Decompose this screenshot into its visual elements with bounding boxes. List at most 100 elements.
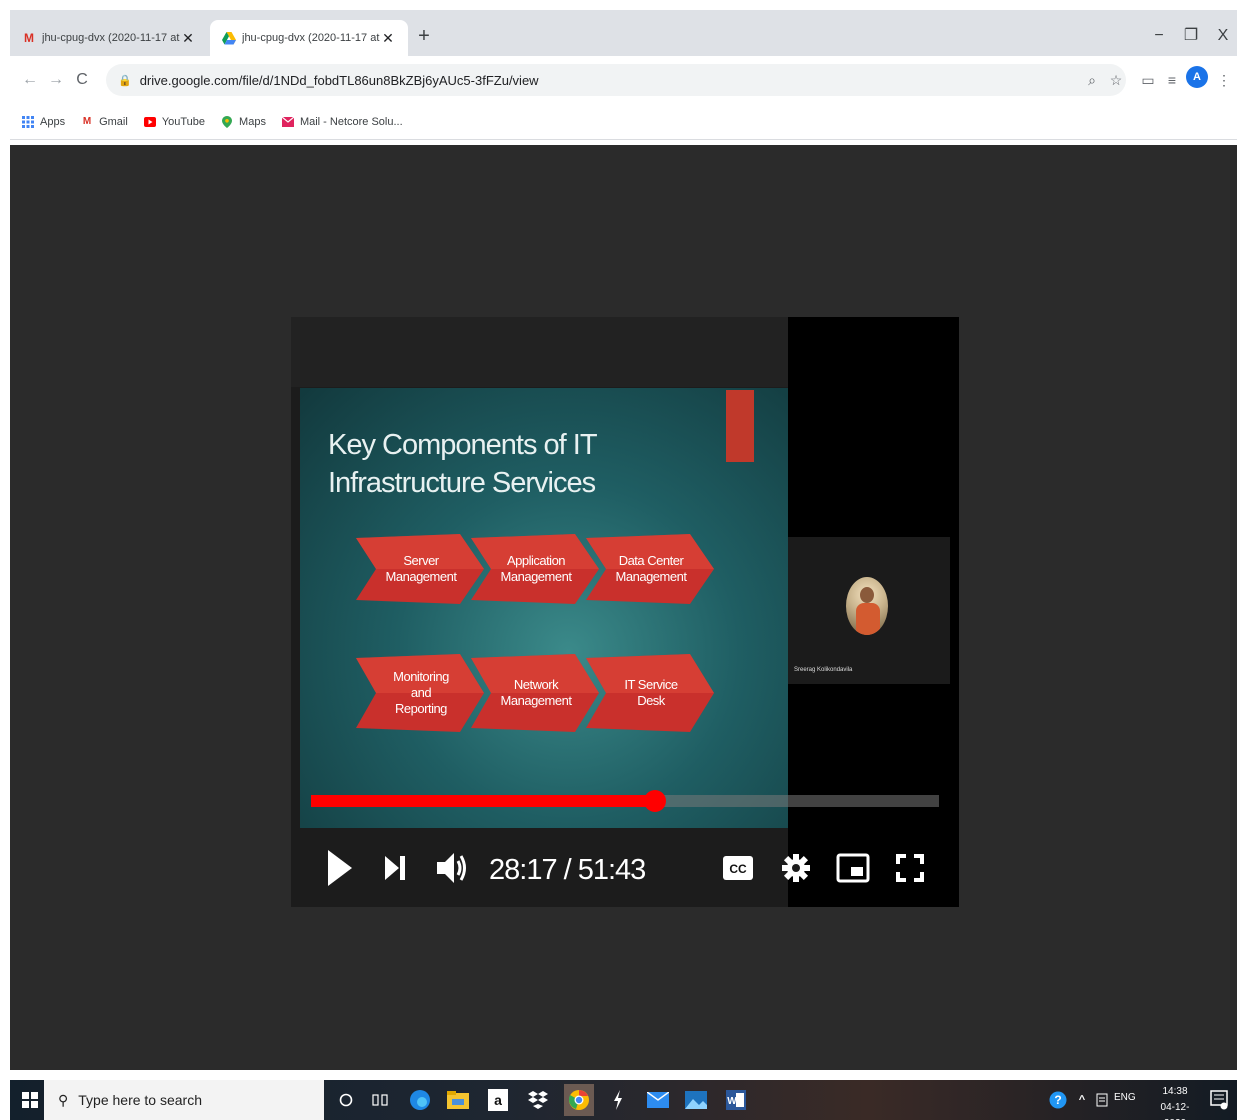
language-indicator[interactable]: ENG — [1114, 1092, 1136, 1103]
minimize-button[interactable]: − — [1145, 22, 1173, 50]
next-icon[interactable] — [383, 846, 407, 890]
captions-label: CC — [729, 862, 747, 876]
search-placeholder: Type here to search — [78, 1092, 203, 1108]
tab-strip: M jhu-cpug-dvx (2020-11-17 at 00: ✕ jhu-… — [10, 10, 1237, 56]
component-label: Server Management — [385, 553, 457, 584]
clock[interactable]: 14:38 04-12-2020 — [1150, 1084, 1200, 1120]
avatar[interactable]: A — [1186, 66, 1208, 88]
tab-title: jhu-cpug-dvx (2020-11-17 at 00: — [42, 32, 180, 44]
video-top-bar — [291, 317, 788, 387]
close-window-button[interactable]: X — [1209, 22, 1237, 50]
settings-gear-icon[interactable] — [781, 846, 811, 890]
component-label: Application Management — [500, 553, 572, 584]
keyboard-icon[interactable] — [1090, 1088, 1114, 1112]
participant-name: Sreerag Kolikondavila — [794, 667, 853, 673]
new-tab-button[interactable]: + — [412, 24, 436, 48]
svg-text:a: a — [494, 1092, 502, 1108]
component-chevron: Monitoring and Reporting — [356, 654, 484, 732]
player-controls: 28:17 / 51:43 CC — [291, 828, 959, 907]
captions-icon[interactable]: CC — [723, 846, 753, 890]
bookmark-label: Apps — [40, 115, 66, 128]
bookmark-netcore-mail[interactable]: Mail - Netcore Solu... — [281, 115, 403, 128]
component-label: Monitoring and Reporting — [393, 669, 449, 716]
svg-text:?: ? — [1054, 1093, 1061, 1107]
help-icon[interactable]: ? — [1046, 1088, 1070, 1112]
notifications-icon[interactable] — [1210, 1090, 1228, 1110]
play-icon[interactable] — [327, 846, 353, 890]
slide-accent-bar — [726, 390, 754, 462]
address-text: drive.google.com/file/d/1NDd_fobdTL86un8… — [139, 72, 539, 88]
gmail-icon: M — [24, 31, 34, 45]
bookmark-youtube[interactable]: YouTube — [143, 115, 206, 128]
participant-panel: Sreerag Kolikondavila — [788, 317, 959, 907]
component-chevron: Application Management — [471, 534, 599, 604]
photos-icon[interactable] — [684, 1088, 708, 1112]
tab-gmail[interactable]: M jhu-cpug-dvx (2020-11-17 at 00: ✕ — [10, 20, 208, 56]
taskbar-search-box[interactable]: ⚲ Type here to search — [44, 1080, 324, 1120]
word-icon[interactable]: W — [724, 1088, 748, 1112]
component-label: Network Management — [500, 677, 572, 708]
bookmark-gmail[interactable]: M Gmail — [81, 116, 128, 128]
back-arrow-icon[interactable]: ← — [18, 68, 42, 92]
progress-bar[interactable] — [311, 790, 939, 812]
windows-start-icon[interactable] — [18, 1088, 42, 1112]
presentation-slide: Key Components of IT Infrastructure Serv… — [300, 388, 788, 828]
file-explorer-icon[interactable] — [446, 1088, 470, 1112]
task-view-icon[interactable] — [368, 1088, 392, 1112]
component-label: Data Center Management — [615, 553, 687, 584]
component-chevron: Data Center Management — [586, 534, 714, 604]
tab-title: jhu-cpug-dvx (2020-11-17 at 00: — [242, 32, 380, 44]
mail-icon — [281, 116, 294, 128]
star-icon[interactable]: ☆ — [1104, 68, 1128, 92]
bookmark-label: YouTube — [161, 115, 206, 128]
participant-tile: Sreerag Kolikondavila — [788, 537, 950, 684]
apps-grid-icon — [22, 115, 34, 128]
gmail-icon: M — [82, 116, 92, 127]
tab-drive[interactable]: jhu-cpug-dvx (2020-11-17 at 00: ✕ — [210, 20, 408, 56]
bookmarks-bar: Apps M Gmail YouTube Maps Mail - Netcore… — [10, 104, 1237, 140]
search-icon: ⚲ — [58, 1091, 69, 1108]
slide-title: Key Components of IT Infrastructure Serv… — [328, 429, 597, 499]
browser-toolbar: ← → C 🔒 drive.google.com/file/d/1NDd_fob… — [10, 56, 1237, 104]
chrome-icon[interactable] — [564, 1084, 594, 1116]
component-chevron: Network Management — [471, 654, 599, 732]
address-bar[interactable]: 🔒 drive.google.com/file/d/1NDd_fobdTL86u… — [106, 64, 1126, 96]
clock-date: 04-12-2020 — [1160, 1102, 1190, 1120]
fullscreen-icon[interactable] — [895, 846, 925, 890]
menu-dots-icon[interactable]: ⋮ — [1212, 68, 1236, 92]
component-label: IT Service Desk — [624, 677, 678, 708]
volume-icon[interactable] — [436, 846, 470, 890]
reload-icon[interactable]: C — [70, 68, 94, 92]
cortana-icon[interactable] — [334, 1088, 358, 1112]
time-display: 28:17 / 51:43 — [489, 854, 646, 886]
google-drive-icon — [222, 31, 236, 45]
restore-button[interactable]: ❐ — [1177, 22, 1205, 50]
dropbox-icon[interactable] — [526, 1088, 550, 1112]
progress-fill — [311, 795, 655, 807]
edge-icon[interactable] — [408, 1088, 432, 1112]
bookmark-label: Gmail — [99, 115, 128, 128]
amazon-icon[interactable]: a — [486, 1088, 510, 1112]
clock-time: 14:38 — [1162, 1086, 1188, 1097]
bookmark-apps[interactable]: Apps — [22, 115, 66, 128]
mail-icon[interactable] — [646, 1088, 670, 1112]
miniplayer-icon[interactable] — [835, 846, 871, 890]
lock-icon: 🔒 — [118, 74, 132, 87]
close-icon[interactable]: ✕ — [380, 30, 396, 47]
zoom-icon[interactable]: ⌕ — [1080, 68, 1104, 92]
bookmark-label: Maps — [239, 115, 266, 128]
cast-icon[interactable]: ▭ — [1136, 68, 1160, 92]
close-icon[interactable]: ✕ — [180, 30, 196, 47]
maps-pin-icon — [221, 115, 233, 128]
reading-list-icon[interactable]: ≡ — [1160, 68, 1184, 92]
bookmark-label: Mail - Netcore Solu... — [299, 115, 403, 128]
svg-text:W: W — [727, 1096, 737, 1107]
component-chevron: IT Service Desk — [586, 654, 714, 732]
participant-photo — [846, 577, 888, 635]
lightning-app-icon[interactable] — [606, 1088, 630, 1112]
bookmark-maps[interactable]: Maps — [221, 115, 266, 128]
forward-arrow-icon[interactable]: → — [44, 68, 68, 92]
windows-taskbar: ⚲ Type here to search a W ? ^ ENG 14:38 — [10, 1080, 1237, 1120]
progress-scrubber[interactable] — [643, 790, 666, 812]
video-player[interactable]: Key Components of IT Infrastructure Serv… — [291, 317, 959, 907]
